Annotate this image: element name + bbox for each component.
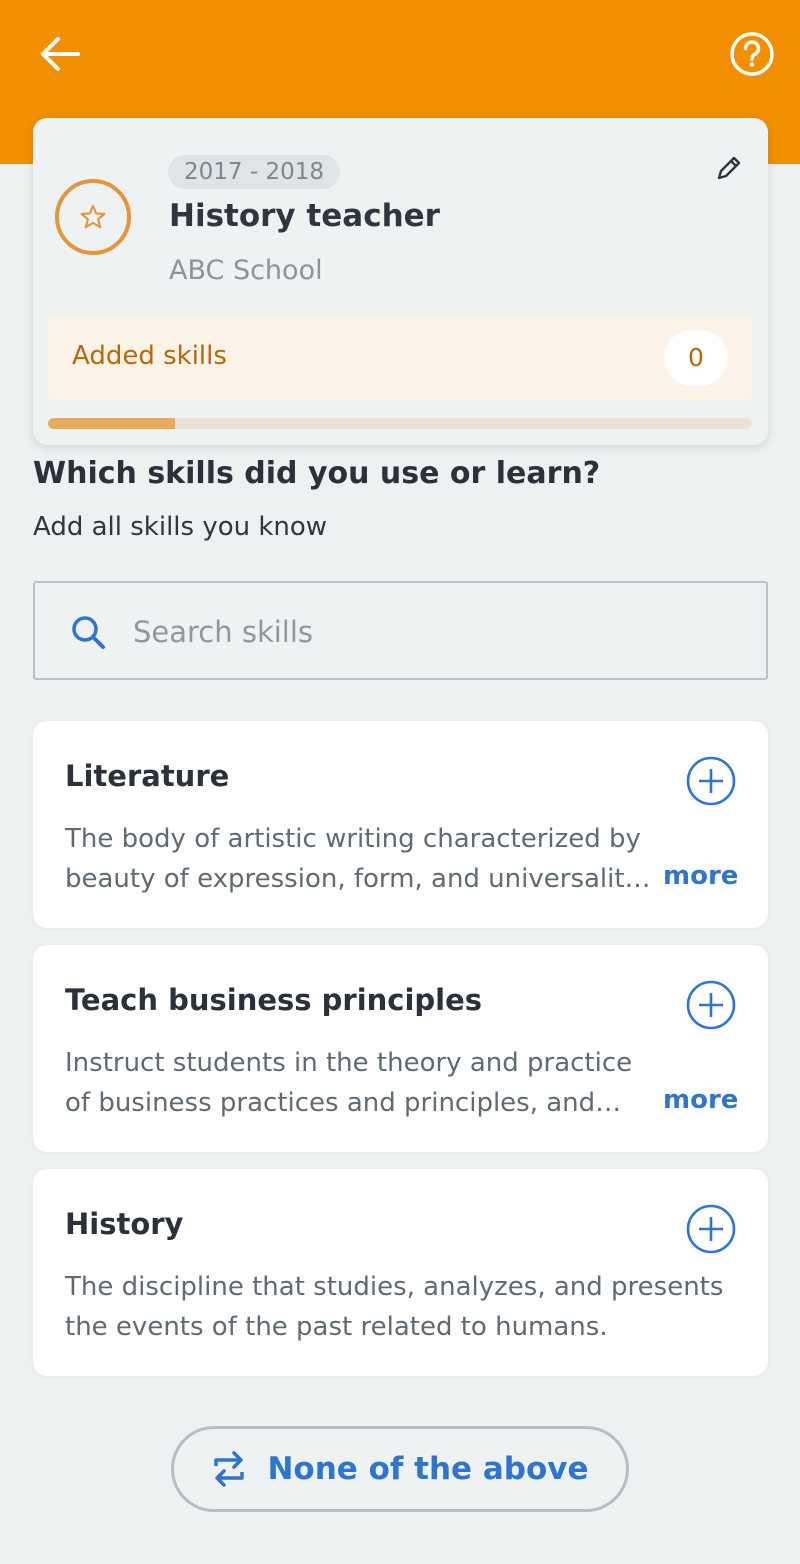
back-button[interactable] — [38, 34, 82, 74]
added-skills-panel: Added skills 0 — [48, 315, 752, 401]
plus-circle-icon — [686, 756, 736, 806]
add-skill-button[interactable] — [685, 979, 737, 1031]
skill-title: Literature — [65, 759, 230, 793]
none-of-the-above-label: None of the above — [267, 1451, 589, 1487]
job-organization: ABC School — [169, 255, 323, 286]
skill-description: The discipline that studies, analyzes, a… — [65, 1272, 724, 1342]
skill-card: Literature The body of artistic writing … — [33, 721, 768, 928]
skill-card: Teach business principles Instruct stude… — [33, 945, 768, 1152]
more-link[interactable]: more — [663, 1085, 738, 1115]
skill-title: History — [65, 1207, 184, 1241]
search-input[interactable] — [131, 605, 735, 659]
plus-circle-icon — [686, 1204, 736, 1254]
skill-description: Instruct students in the theory and prac… — [65, 1048, 633, 1118]
search-field[interactable] — [33, 581, 768, 680]
skills-progress-fill — [48, 418, 175, 429]
arrow-left-icon — [41, 37, 80, 71]
swap-arrows-icon — [214, 1451, 245, 1487]
year-range-badge: 2017 - 2018 — [168, 155, 340, 189]
help-button[interactable] — [728, 30, 776, 78]
skill-card: History The discipline that studies, ana… — [33, 1169, 768, 1376]
none-of-the-above-button[interactable]: None of the above — [171, 1426, 629, 1512]
skill-description: The body of artistic writing characteriz… — [65, 824, 651, 894]
job-summary-card: 2017 - 2018 History teacher ABC School A… — [33, 118, 768, 445]
add-skill-button[interactable] — [685, 755, 737, 807]
job-title: History teacher — [169, 198, 440, 234]
edit-button[interactable] — [713, 152, 745, 184]
question-circle-icon — [730, 32, 774, 76]
add-skill-button[interactable] — [685, 1203, 737, 1255]
skills-progress-bar — [48, 418, 752, 429]
plus-circle-icon — [686, 980, 736, 1030]
section-heading: Which skills did you use or learn? — [33, 456, 601, 491]
added-skills-count: 0 — [664, 330, 728, 386]
star-icon — [80, 204, 106, 229]
more-link[interactable]: more — [663, 861, 738, 891]
added-skills-label: Added skills — [72, 341, 227, 371]
pencil-icon — [717, 156, 741, 180]
job-badge — [55, 179, 131, 255]
skill-title: Teach business principles — [65, 983, 483, 1017]
section-subtitle: Add all skills you know — [33, 512, 328, 542]
search-icon — [72, 616, 105, 649]
